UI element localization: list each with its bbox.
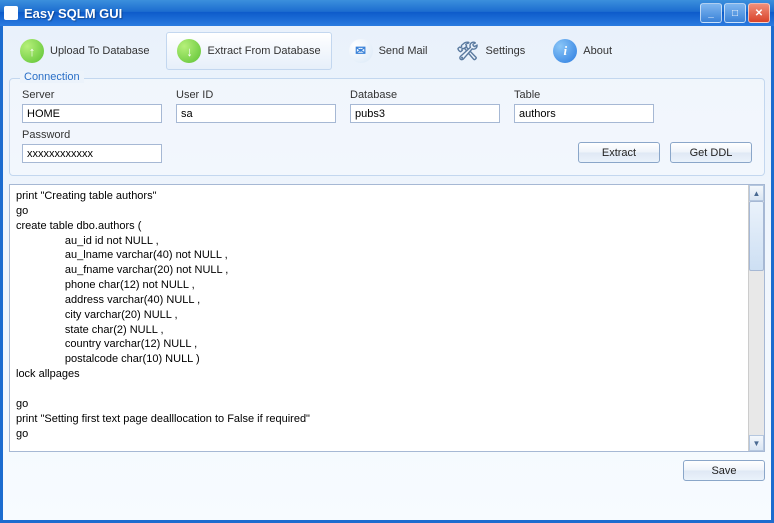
table-input[interactable] (514, 104, 654, 123)
about-button[interactable]: i About (542, 32, 623, 70)
save-button[interactable]: Save (683, 460, 765, 481)
scrollbar[interactable]: ▲ ▼ (748, 185, 764, 451)
send-mail-button[interactable]: ✉ Send Mail (338, 32, 439, 70)
arrow-up-icon: ↑ (20, 39, 44, 63)
maximize-button[interactable]: □ (724, 3, 746, 23)
scroll-thumb[interactable] (749, 201, 764, 271)
server-label: Server (22, 89, 162, 101)
server-input[interactable] (22, 104, 162, 123)
toolbar: ↑ Upload To Database ↓ Extract From Data… (9, 32, 765, 70)
password-label: Password (22, 129, 162, 141)
toolbar-label: Send Mail (379, 45, 428, 57)
info-icon: i (553, 39, 577, 63)
toolbar-label: Upload To Database (50, 45, 149, 57)
extract-action-button[interactable]: Extract (578, 142, 660, 163)
group-legend: Connection (20, 71, 84, 83)
minimize-button[interactable]: _ (700, 3, 722, 23)
toolbar-label: Settings (486, 45, 526, 57)
userid-label: User ID (176, 89, 336, 101)
password-input[interactable] (22, 144, 162, 163)
get-ddl-button[interactable]: Get DDL (670, 142, 752, 163)
title-bar: Easy SQLM GUI _ □ ✕ (0, 0, 774, 26)
scroll-track[interactable] (749, 201, 764, 435)
toolbar-label: About (583, 45, 612, 57)
envelope-icon: ✉ (349, 39, 373, 63)
database-input[interactable] (350, 104, 500, 123)
scroll-up-icon[interactable]: ▲ (749, 185, 764, 201)
settings-button[interactable]: 🛠 Settings (445, 32, 537, 70)
arrow-down-icon: ↓ (177, 39, 201, 63)
scroll-down-icon[interactable]: ▼ (749, 435, 764, 451)
extract-button[interactable]: ↓ Extract From Database (166, 32, 331, 70)
upload-button[interactable]: ↑ Upload To Database (9, 32, 160, 70)
connection-group: Connection Server User ID Database Table… (9, 78, 765, 176)
app-icon (4, 6, 18, 20)
close-button[interactable]: ✕ (748, 3, 770, 23)
table-label: Table (514, 89, 654, 101)
userid-input[interactable] (176, 104, 336, 123)
tools-icon: 🛠 (456, 39, 480, 63)
sql-output[interactable]: print "Creating table authors" go create… (10, 185, 748, 451)
database-label: Database (350, 89, 500, 101)
window-title: Easy SQLM GUI (24, 6, 698, 21)
output-panel: print "Creating table authors" go create… (9, 184, 765, 452)
toolbar-label: Extract From Database (207, 45, 320, 57)
